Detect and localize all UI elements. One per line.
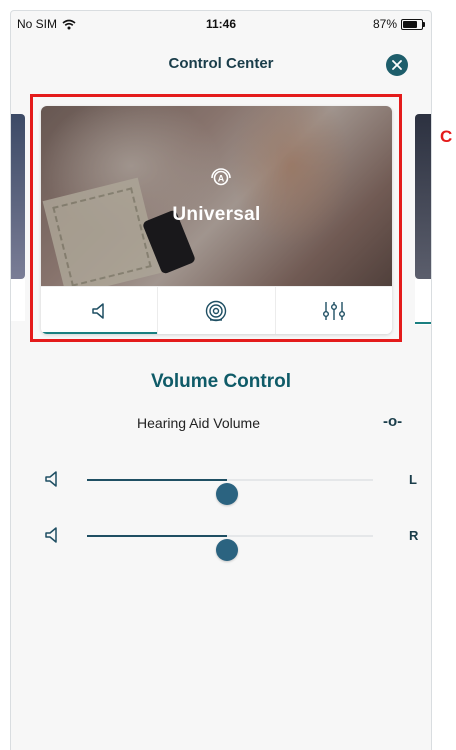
left-volume-row: L xyxy=(21,465,431,505)
status-bar: No SIM 11:46 87% xyxy=(11,11,431,37)
speaker-icon[interactable] xyxy=(43,470,61,488)
volume-section-title: Volume Control xyxy=(150,371,292,392)
battery-status: 87% xyxy=(372,17,425,31)
right-volume-slider[interactable] xyxy=(87,535,373,561)
battery-icon xyxy=(401,18,425,30)
hearing-aid-volume-label: Hearing Aid Volume xyxy=(137,415,260,431)
battery-percent: 87% xyxy=(372,17,397,31)
next-program-card[interactable] xyxy=(415,114,431,279)
next-program-tab-indicator xyxy=(415,322,431,324)
annotation-label: C xyxy=(440,127,453,146)
speaker-icon[interactable] xyxy=(43,526,61,544)
status-time: 11:46 xyxy=(205,17,237,31)
previous-program-card[interactable] xyxy=(11,114,25,279)
close-icon xyxy=(392,60,402,70)
link-sides-toggle[interactable]: -o- xyxy=(383,413,402,430)
left-side-label: L xyxy=(409,472,417,487)
previous-program-tabs xyxy=(11,279,25,321)
left-volume-slider[interactable] xyxy=(87,479,373,505)
close-button[interactable] xyxy=(386,54,408,76)
right-volume-row: R xyxy=(21,521,431,561)
left-volume-thumb[interactable] xyxy=(216,483,239,505)
right-volume-thumb[interactable] xyxy=(216,539,239,561)
annotation-highlight-box xyxy=(30,94,402,342)
next-program-tabs xyxy=(415,279,431,325)
page-title: Control Center xyxy=(168,55,274,72)
right-side-label: R xyxy=(409,528,419,543)
